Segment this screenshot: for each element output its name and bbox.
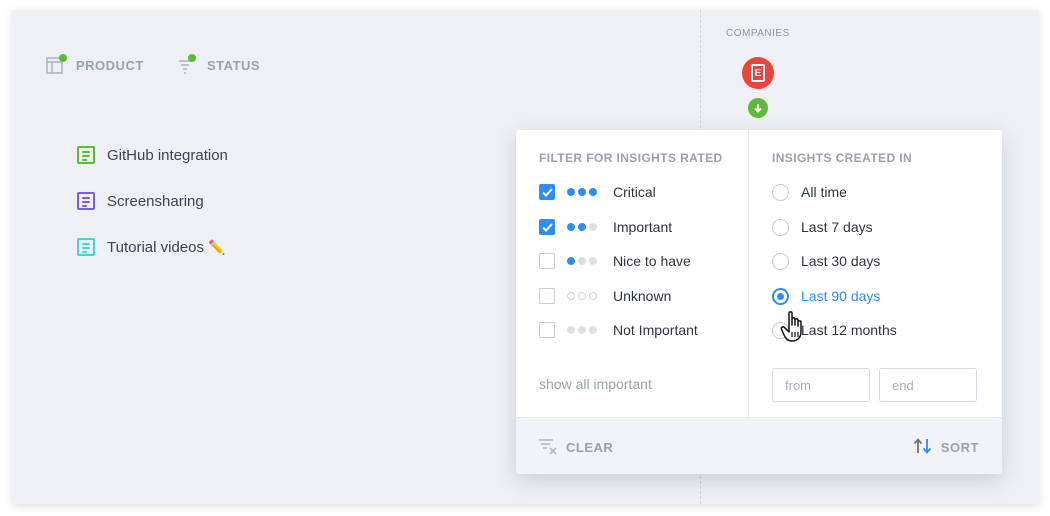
show-all-important-link[interactable]: show all important (539, 376, 652, 392)
rating-dots (567, 223, 601, 231)
created-title: INSIGHTS CREATED IN (772, 151, 913, 165)
product-name: Screensharing (107, 192, 204, 210)
document-icon (77, 146, 95, 164)
download-icon[interactable] (748, 98, 768, 118)
status-icon (177, 54, 197, 75)
product-filter-button[interactable]: PRODUCT (46, 54, 144, 75)
rating-label: Important (613, 219, 673, 235)
checkbox[interactable] (539, 219, 555, 235)
app-frame: PRODUCT STATUS GitHub integration Screen… (12, 10, 1039, 504)
period-option-last-30-days[interactable]: Last 30 days (772, 251, 880, 271)
list-item[interactable]: Screensharing (77, 178, 228, 224)
rating-label: Not Important (613, 322, 698, 338)
product-list: GitHub integration Screensharing Tutoria… (77, 132, 228, 270)
status-filter-button[interactable]: STATUS (177, 54, 261, 75)
clear-label: CLEAR (566, 440, 614, 455)
rating-option-not-important[interactable]: Not Important (539, 320, 698, 340)
pencil-icon: ✏️ (208, 238, 226, 255)
hand-cursor-icon (780, 310, 810, 349)
period-label: Last 90 days (801, 288, 881, 304)
period-label: Last 7 days (801, 219, 873, 235)
rating-dots (567, 292, 601, 300)
rating-option-unknown[interactable]: Unknown (539, 286, 671, 306)
checkbox[interactable] (539, 253, 555, 269)
list-item[interactable]: Tutorial videos ✏️ (77, 224, 228, 270)
checkbox[interactable] (539, 288, 555, 304)
active-indicator (188, 54, 196, 62)
radio-button[interactable] (772, 218, 789, 236)
rating-dots (567, 188, 601, 196)
rating-option-important[interactable]: Important (539, 217, 672, 237)
rating-option-nice-to-have[interactable]: Nice to have (539, 251, 691, 271)
rating-label: Nice to have (613, 253, 691, 269)
status-filter-label: STATUS (207, 57, 261, 73)
active-indicator (59, 54, 67, 62)
ratings-title: FILTER FOR INSIGHTS RATED (539, 151, 723, 165)
period-option-last-7-days[interactable]: Last 7 days (772, 217, 873, 237)
checkbox[interactable] (539, 184, 555, 200)
date-from-input[interactable] (772, 368, 870, 402)
sort-icon (913, 437, 933, 458)
date-end-input[interactable] (879, 368, 977, 402)
product-name: GitHub integration (107, 146, 228, 164)
period-label: Last 30 days (801, 253, 881, 269)
period-label: Last 12 months (801, 322, 897, 338)
rating-dots (567, 326, 601, 334)
company-avatar[interactable]: E (742, 57, 774, 89)
period-option-all-time[interactable]: All time (772, 182, 847, 202)
period-option-last-90-days[interactable]: Last 90 days (772, 286, 880, 306)
document-icon (77, 192, 95, 210)
filter-popover: FILTER FOR INSIGHTS RATED Critical Impor… (516, 130, 1002, 474)
rating-label: Critical (613, 184, 656, 200)
popover-footer: CLEAR SORT (516, 417, 1002, 474)
rating-dots (567, 257, 601, 265)
clear-button[interactable]: CLEAR (538, 437, 613, 458)
document-icon (77, 238, 95, 256)
product-name: Tutorial videos (107, 238, 204, 256)
clear-filter-icon (538, 437, 558, 458)
list-item[interactable]: GitHub integration (77, 132, 228, 178)
radio-button[interactable] (772, 252, 789, 270)
radio-button[interactable] (772, 287, 789, 305)
radio-button[interactable] (772, 183, 789, 201)
checkbox[interactable] (539, 322, 555, 338)
company-avatar-letter: E (751, 64, 765, 82)
period-label: All time (801, 184, 847, 200)
rating-label: Unknown (613, 288, 672, 304)
created-column: INSIGHTS CREATED IN All time Last 7 days… (748, 130, 1002, 417)
rating-option-critical[interactable]: Critical (539, 182, 656, 202)
sort-button[interactable]: SORT (913, 437, 979, 458)
ratings-column: FILTER FOR INSIGHTS RATED Critical Impor… (516, 130, 748, 417)
product-icon (46, 54, 67, 75)
sort-label: SORT (940, 440, 979, 455)
companies-label: COMPANIES (726, 28, 790, 39)
product-filter-label: PRODUCT (76, 57, 144, 73)
